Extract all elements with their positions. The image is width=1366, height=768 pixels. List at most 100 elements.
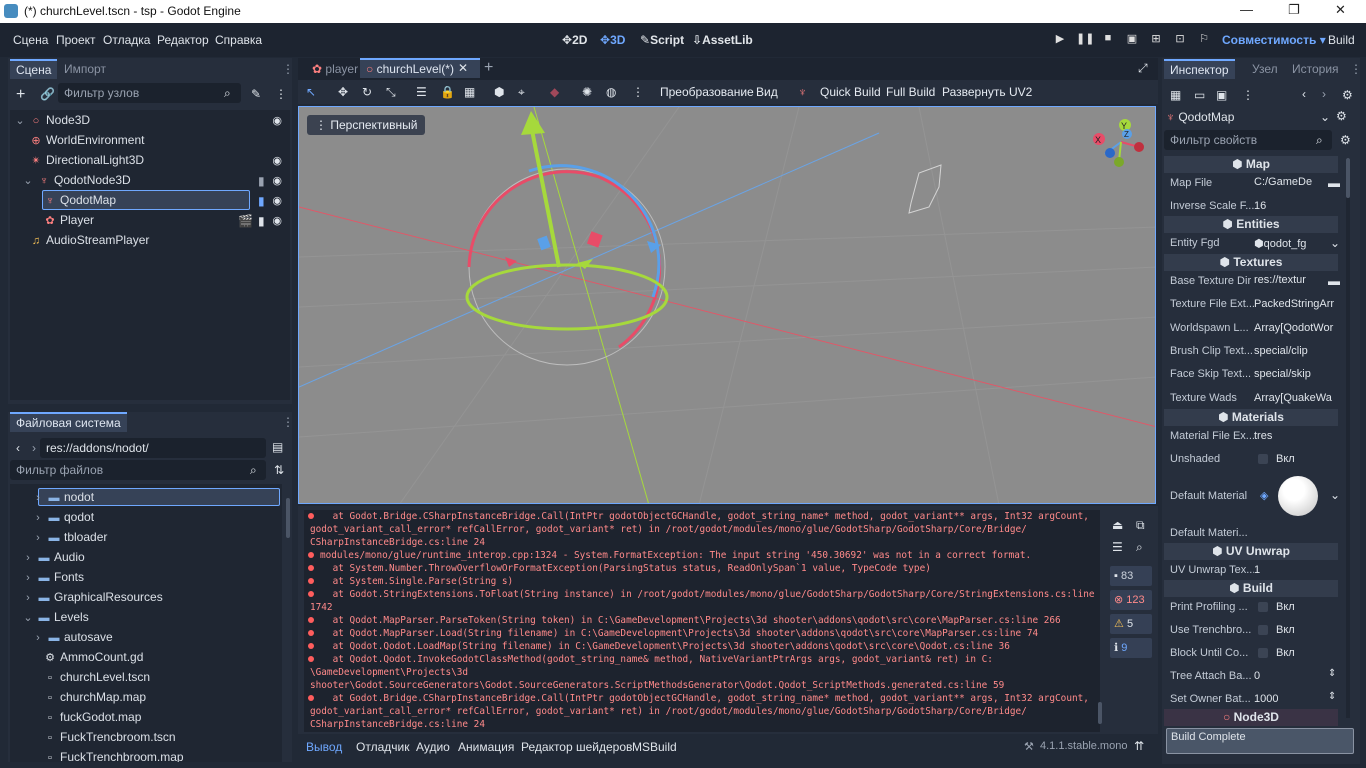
checkbox[interactable] xyxy=(1258,454,1268,464)
history-forward-icon[interactable]: › xyxy=(1322,87,1326,101)
stop-icon[interactable]: ■ xyxy=(1100,32,1116,48)
folder-audio[interactable]: › ▬ Audio xyxy=(22,547,85,567)
save-resource-icon[interactable]: ▣ xyxy=(1216,88,1227,102)
section-uv-unwrap[interactable]: ⬢ UV Unwrap xyxy=(1164,543,1338,560)
folder-nodot[interactable]: › ▬ nodot xyxy=(32,487,94,507)
file-fucktrencbroom-tscn[interactable]: ▫ FuckTrencbroom.tscn xyxy=(44,727,176,747)
folder-levels[interactable]: ⌄ ▬ Levels xyxy=(22,607,88,627)
camera-preview-icon[interactable]: ◆ xyxy=(550,85,559,99)
file-ammocount[interactable]: ⚙ AmmoCount.gd xyxy=(44,647,143,667)
play-custom-icon[interactable]: ⊡ xyxy=(1172,32,1188,48)
folder-autosave[interactable]: › ▬ autosave xyxy=(32,627,113,647)
prop-entity-fgd[interactable]: ⬢qodot_fg xyxy=(1254,237,1326,250)
prop-uv-unwrap-texel[interactable]: 1 xyxy=(1254,564,1260,576)
play-icon[interactable]: ▶ xyxy=(1052,32,1068,48)
group-icon[interactable]: ▦ xyxy=(464,85,475,99)
filter-options-icon[interactable]: ⚙ xyxy=(1340,133,1351,147)
menu-project[interactable]: Проект xyxy=(56,33,96,47)
mode-2d-button[interactable]: ✥2D xyxy=(562,33,587,47)
prop-worldspawn-layers[interactable]: Array[QodotWor xyxy=(1254,322,1340,334)
play-scene-icon[interactable]: ⊞ xyxy=(1148,32,1164,48)
collapse-icon[interactable]: ☰ xyxy=(1112,540,1123,554)
bottom-tab-audio[interactable]: Аудио xyxy=(416,740,450,754)
prop-brush-clip-texture[interactable]: special/clip xyxy=(1254,345,1308,357)
viewport-3d[interactable]: Y X Z ⋮ Перспективный xyxy=(298,106,1156,504)
node-settings-icon[interactable]: ⚙ xyxy=(1336,109,1347,123)
view-menu[interactable]: Вид xyxy=(756,82,778,102)
scrollbar[interactable] xyxy=(1098,702,1102,724)
inspected-node-select[interactable]: ♆ QodotMap ⌄ xyxy=(1166,108,1330,126)
quick-build-button[interactable]: Quick Build xyxy=(820,82,881,102)
visibility-icon[interactable]: ◉ xyxy=(272,114,282,127)
copy-icon[interactable]: ⧉ xyxy=(1136,518,1145,533)
more-icon[interactable]: ⋮ xyxy=(632,85,644,99)
file-fucktrenchbroom-map[interactable]: ▫ FuckTrenchbroom.map xyxy=(44,747,184,762)
list-select-icon[interactable]: ☰ xyxy=(416,85,427,99)
property-filter-input[interactable]: Фильтр свойств xyxy=(1164,130,1332,150)
messages-filter[interactable]: ▪ 83 xyxy=(1110,566,1152,586)
menu-debug[interactable]: Отладка xyxy=(103,33,150,47)
select-tool-icon[interactable]: ↖ xyxy=(306,85,316,99)
folder-fonts[interactable]: › ▬ Fonts xyxy=(22,567,84,587)
folder-graphicalresources[interactable]: › ▬ GraphicalResources xyxy=(22,587,163,607)
chevron-down-icon[interactable]: ⌄ xyxy=(1330,236,1340,250)
scale-tool-icon[interactable]: ⤡ xyxy=(386,85,396,100)
prop-map-file[interactable]: C:/GameDe xyxy=(1254,176,1326,188)
expand-panel-icon[interactable]: ⇈ xyxy=(1134,739,1144,753)
script-icon[interactable]: ▮ xyxy=(258,194,265,208)
new-resource-icon[interactable]: ▦ xyxy=(1170,88,1181,102)
errors-filter[interactable]: ⊗ 123 xyxy=(1110,590,1152,610)
file-churchmap[interactable]: ▫ churchMap.map xyxy=(44,687,146,707)
checkbox[interactable] xyxy=(1258,602,1268,612)
mode-assetlib-button[interactable]: ⇩AssetLib xyxy=(692,33,753,47)
sort-icon[interactable]: ⇅ xyxy=(274,463,284,477)
dock-menu-icon[interactable]: ⋮ xyxy=(282,415,292,429)
mode-script-button[interactable]: ✎Script xyxy=(640,33,684,47)
close-window-button[interactable]: ✕ xyxy=(1335,2,1346,18)
checkbox[interactable] xyxy=(1258,625,1268,635)
clear-log-icon[interactable]: ⏏ xyxy=(1112,518,1123,532)
renderer-select[interactable]: Совместимость ▾ xyxy=(1222,33,1326,47)
search-icon[interactable]: ⌕ xyxy=(1136,540,1143,555)
mode-3d-button[interactable]: ✥3D xyxy=(600,33,625,47)
section-entities[interactable]: ⬢ Entities xyxy=(1164,216,1338,233)
tree-audiostreamplayer[interactable]: ♫ AudioStreamPlayer xyxy=(30,230,150,250)
visibility-icon[interactable]: ◉ xyxy=(272,174,282,187)
perspective-menu[interactable]: ⋮ Перспективный xyxy=(307,115,426,135)
dock-menu-icon[interactable]: ⋮ xyxy=(282,62,294,76)
tree-directionallight[interactable]: ✴ DirectionalLight3D xyxy=(30,150,144,170)
visibility-icon[interactable]: ◉ xyxy=(272,194,282,207)
tree-qodotnode3d[interactable]: ⌄ ♆ QodotNode3D xyxy=(22,170,130,190)
scrollbar[interactable] xyxy=(286,498,290,538)
menu-scene[interactable]: Сцена xyxy=(13,33,48,47)
section-node3d[interactable]: ○ Node3D xyxy=(1164,709,1338,726)
rotate-tool-icon[interactable]: ↻ xyxy=(362,85,372,99)
visibility-icon[interactable]: ◉ xyxy=(272,214,282,227)
add-node-icon[interactable]: + xyxy=(16,86,25,104)
remote-debug-icon[interactable]: ▣ xyxy=(1124,32,1140,48)
file-churchlevel[interactable]: ▫ churchLevel.tscn xyxy=(44,667,150,687)
tab-player[interactable]: ✿ player xyxy=(306,59,364,79)
tree-qodotmap[interactable]: ♆ QodotMap xyxy=(44,190,116,210)
scrollbar[interactable] xyxy=(1346,158,1350,198)
file-fuckgodot[interactable]: ▫ fuckGodot.map xyxy=(44,707,141,727)
add-tab-icon[interactable]: + xyxy=(484,59,493,77)
menu-help[interactable]: Справка xyxy=(215,33,262,47)
tree-worldenvironment[interactable]: ⊕ WorldEnvironment xyxy=(30,130,144,150)
tab-node[interactable]: Узел xyxy=(1246,59,1284,79)
environment-icon[interactable]: ◍ xyxy=(606,85,616,99)
visibility-icon[interactable]: ◉ xyxy=(272,154,282,167)
pause-icon[interactable]: ❚❚ xyxy=(1076,32,1094,48)
unwrap-uv2-button[interactable]: Развернуть UV2 xyxy=(942,82,1032,102)
prop-set-owner-batch[interactable]: 1000 xyxy=(1254,693,1278,705)
prop-tree-attach-batch[interactable]: 0 xyxy=(1254,670,1260,682)
link-icon[interactable]: 🔗 xyxy=(40,87,55,101)
open-resource-icon[interactable]: ▭ xyxy=(1194,88,1205,102)
dock-menu-icon[interactable]: ⋮ xyxy=(1350,62,1362,76)
material-preview-sphere[interactable] xyxy=(1278,476,1318,516)
tree-node3d[interactable]: ⌄ ○ Node3D xyxy=(14,110,90,130)
prop-inverse-scale[interactable]: 16 xyxy=(1254,200,1266,212)
checkbox[interactable] xyxy=(1258,648,1268,658)
tab-history[interactable]: История xyxy=(1286,59,1345,79)
section-map[interactable]: ⬢ Map xyxy=(1164,156,1338,173)
